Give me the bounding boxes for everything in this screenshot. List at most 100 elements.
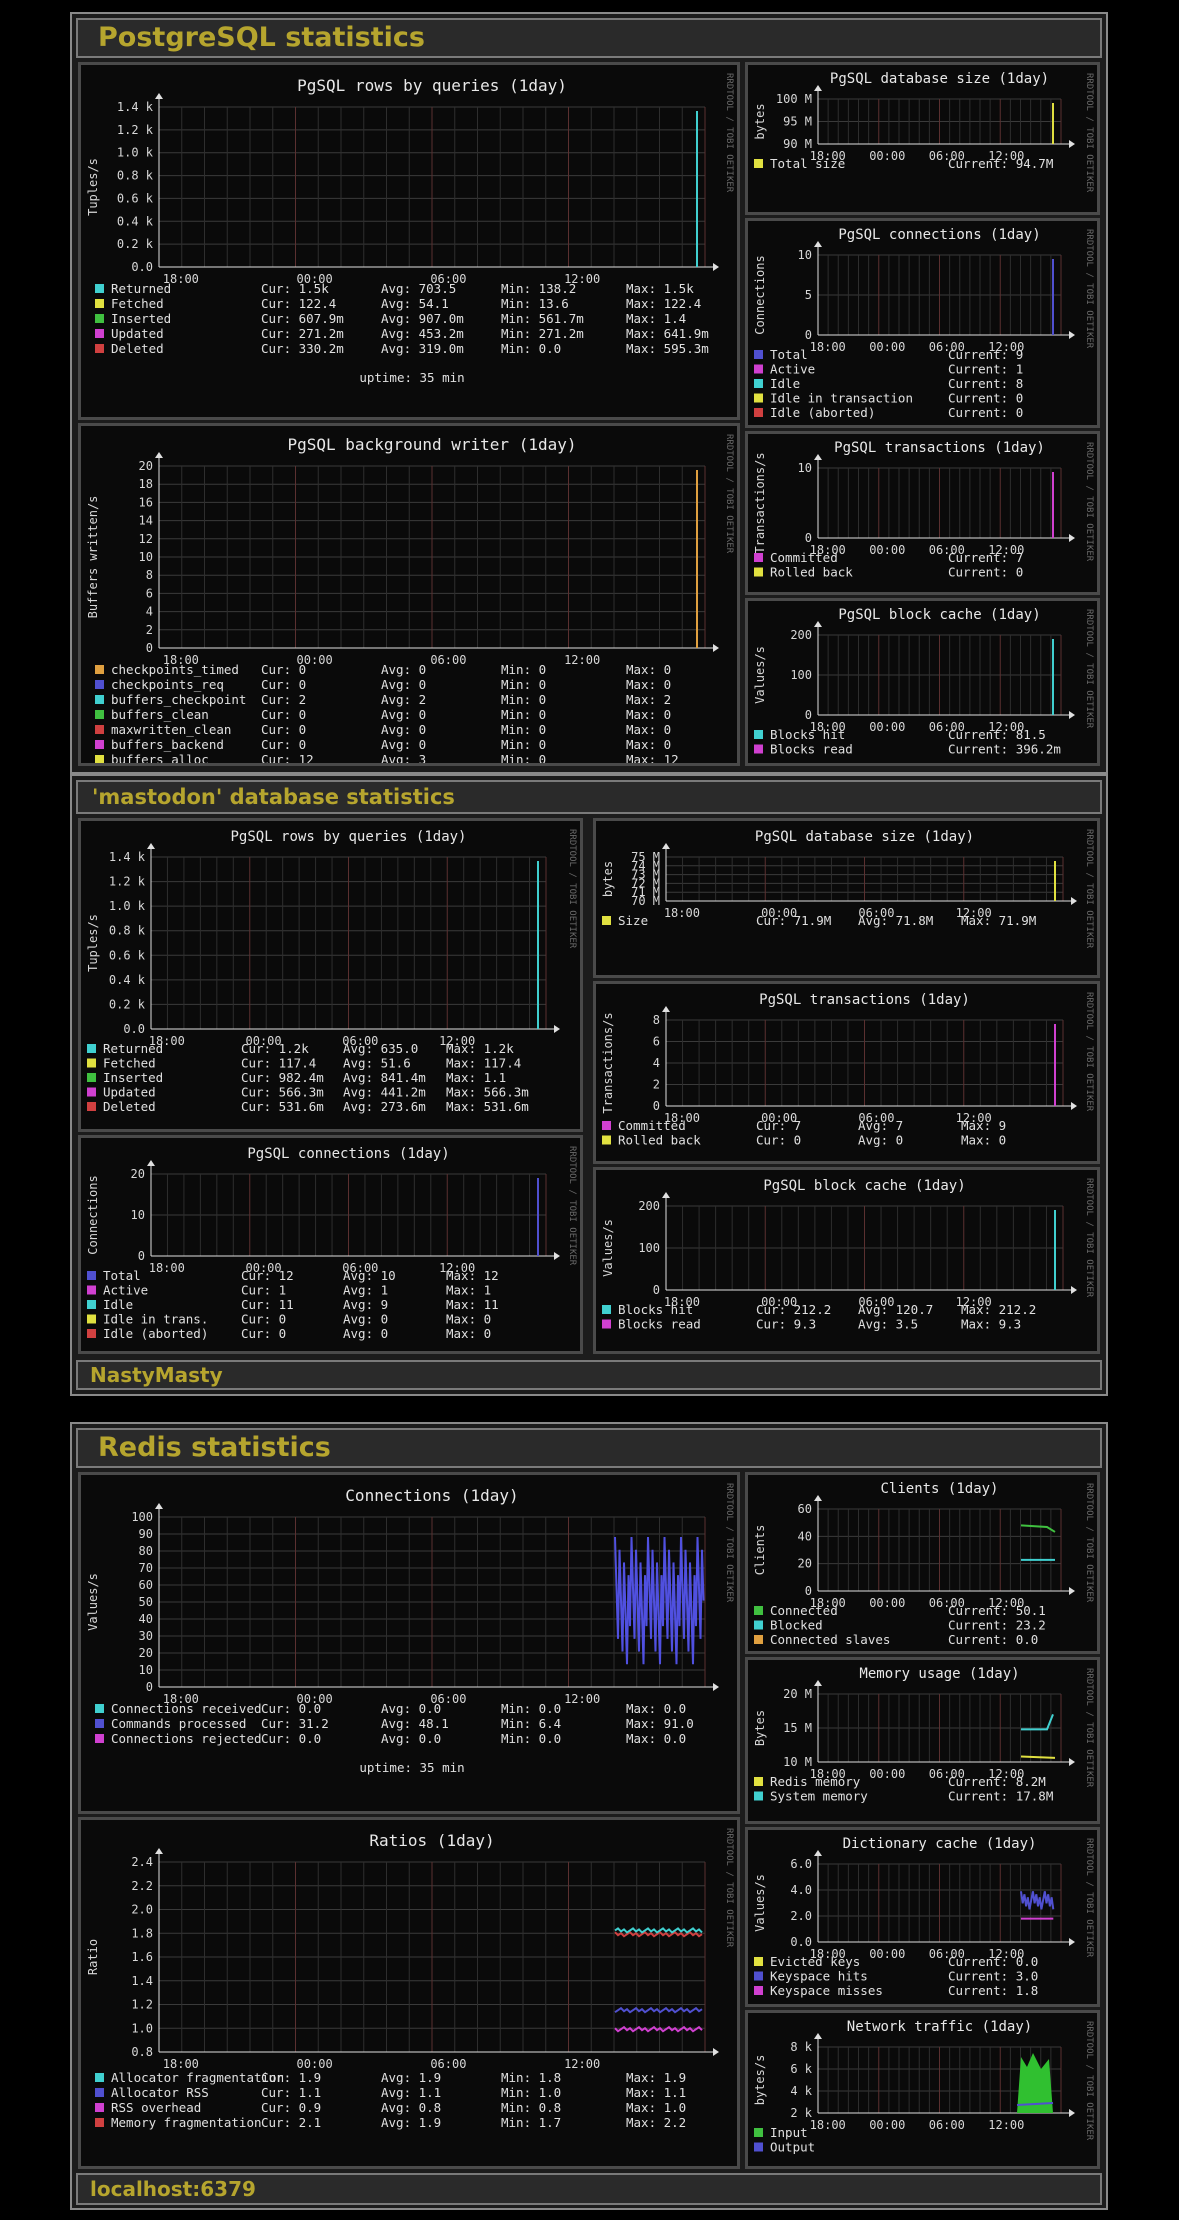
legend-label: Rolled back [770,565,853,580]
legend-swatch [87,1300,96,1309]
series-line [614,1927,703,1934]
x-tick-label: 12:00 [564,653,600,667]
panel-pg-rows: PgSQL rows by queries (1day) 1.4 k 1.2 k 1.… [78,62,740,420]
y-tick-label: 0.4 k [117,214,154,228]
y-tick-label: 1.2 k [109,875,146,889]
watermark: RRDTOOL / TOBI OETIKER [1084,73,1094,193]
legend-entry: Active Cur: 1 Avg: 1 Max: 1 [87,1283,491,1298]
y-axis-arrow [814,1850,822,1856]
y-tick-label: 70 [139,1561,153,1575]
chart-svg: Dictionary cache (1day)6.04.02.00.018:00… [753,1836,1094,1998]
legend-cur: Current: 94.7M [948,156,1053,171]
legend-swatch [754,1957,763,1966]
legend-entry: Fetched Cur: 117.4 Avg: 51.6 Max: 117.4 [87,1056,521,1071]
legend-swatch [95,740,104,749]
legend-entry: Inserted Cur: 607.9m Avg: 907.0m Min: 561.7… [95,311,686,326]
y-axis-label: Buffers written/s [86,496,100,619]
legend-swatch [87,1044,96,1053]
y-axis-arrow [662,1006,670,1012]
y-axis-arrow [155,1848,163,1854]
y-tick-label: 6 [653,1035,660,1049]
legend-avg: Avg: 1.9 [381,2070,441,2085]
legend-max: Max: 1.1 [446,1070,506,1085]
y-tick-label: 10 [798,461,812,475]
legend-entry: Inserted Cur: 982.4m Avg: 841.4m Max: 1.1 [87,1070,506,1085]
legend-max: Max: 0 [626,662,671,677]
y-axis-arrow [147,843,155,849]
y-axis-label: Values/s [601,1219,615,1277]
y-axis-arrow [662,843,670,849]
y-tick-label: 1.6 [131,1950,153,1964]
series-line [1020,1891,1055,1910]
legend-cur: Cur: 0 [756,1133,801,1148]
panel-mastodon-transactions: PgSQL transactions (1day) 8 6 4 2 0 18:00 00:00… [593,981,1100,1164]
legend-avg: Avg: 2 [381,692,426,707]
legend-label: Rolled back [618,1133,701,1148]
legend-avg: Avg: 120.7 [858,1302,933,1317]
y-tick-label: 1.4 k [109,850,146,864]
legend-min: Min: 1.0 [501,2085,561,2100]
legend-entry: Idle (aborted) Current: 0 [754,405,1023,420]
legend-avg: Avg: 48.1 [381,1716,449,1731]
legend-cur: Cur: 982.4m [241,1070,324,1085]
x-tick-label: 18:00 [149,1261,185,1275]
chart-svg: PgSQL database size (1day)75 M74 M73 M72… [601,829,1094,949]
grid [665,1205,1064,1291]
y-tick-label: 90 M [783,137,812,151]
grid [817,634,1062,716]
y-tick-label: 8 [146,568,153,582]
legend-cur: Cur: 1.2k [241,1041,309,1056]
watermark: RRDTOOL / TOBI OETIKER [567,829,577,949]
chart-title: Clients (1day) [880,1481,998,1497]
x-axis-arrow [554,1252,560,1260]
legend-label: Blocked [770,1618,823,1633]
chart-svg: PgSQL transactions (1day)8642018:00 00:00… [601,992,1094,1148]
chart-title: PgSQL connections (1day) [247,1146,449,1162]
legend-label: Memory fragmentation [111,2115,262,2130]
legend-avg: Avg: 0.8 [381,2100,441,2115]
chart-svg: PgSQL transactions (1day)10018:00 00:00 06… [753,440,1094,580]
panel-redis-clients: Clients (1day) 60 40 20 0 18:00 00:00 06:00 12:0… [745,1472,1100,1654]
x-axis-arrow [1071,1286,1077,1294]
y-tick-label: 0.8 [131,2045,153,2059]
legend: Allocator fragmentationCur: 1.9 Avg: 1.9 M… [95,2070,686,2130]
x-axis-arrow [1069,1587,1075,1595]
legend-swatch [95,680,104,689]
grid [158,465,706,649]
series-line [1020,1524,1056,1533]
legend-avg: Avg: 9 [343,1297,388,1312]
legend-cur: Cur: 566.3m [241,1085,324,1100]
chart-svg: PgSQL block cache (1day)200100018:00 00:0… [753,607,1094,757]
legend-swatch [87,1285,96,1295]
legend-label: Connections received [111,1701,262,1716]
legend-cur: Current: 8 [948,376,1023,391]
y-tick-label: 2.0 [131,1903,153,1917]
watermark: RRDTOOL / TOBI OETIKER [724,73,734,193]
legend-min: Min: 138.2 [501,281,576,296]
legend-cur: Cur: 12 [261,752,314,763]
x-axis-arrow [1069,2109,1075,2117]
legend-swatch [602,1305,611,1314]
legend-swatch [754,159,763,168]
x-tick-label: 00:00 [869,149,905,163]
panel-pg-block-cache: PgSQL block cache (1day) 200 100 0 18:00 00:0… [745,598,1100,766]
y-tick-label: 0.2 k [109,997,146,1011]
legend-swatch [95,1734,104,1743]
y-tick-label: 2.2 [131,1879,153,1893]
legend-label: buffers_checkpoint [111,692,246,707]
legend-avg: Avg: 841.4m [343,1070,426,1085]
y-tick-label: 10 [131,1208,145,1222]
grid [817,254,1062,336]
legend-avg: Avg: 703.5 [381,281,456,296]
x-tick-label: 12:00 [564,1692,600,1706]
y-tick-label: 10 [139,1663,153,1677]
y-tick-label: 0 [653,1099,660,1113]
legend-entry: Connected slaves Current: 0.0 [754,1632,1038,1647]
legend-max: Max: 1.4 [626,311,686,326]
legend-cur: Cur: 0 [261,722,306,737]
legend-cur: Cur: 2.1 [261,2115,321,2130]
legend-max: Max: 122.4 [626,296,701,311]
legend-avg: Avg: 54.1 [381,296,449,311]
legend-swatch [95,725,104,734]
legend-max: Max: 9.3 [961,1317,1021,1332]
